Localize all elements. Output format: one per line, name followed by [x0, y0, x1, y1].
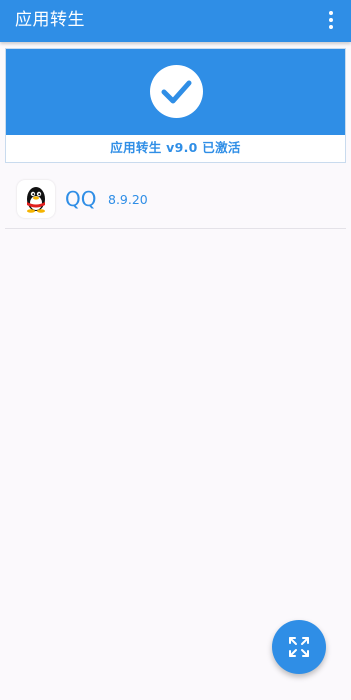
app-screen: 应用转生 应用转生 v9.0 已激活 QQ 8.9.20 [0, 0, 351, 700]
expand-arrows-icon [289, 637, 309, 657]
list-item-qq[interactable]: QQ 8.9.20 [5, 172, 346, 229]
checkmark-icon [161, 80, 192, 104]
app-name: QQ [65, 187, 97, 211]
app-version: 8.9.20 [108, 192, 148, 207]
toolbar-title: 应用转生 [15, 10, 85, 30]
dot [329, 25, 333, 29]
top-toolbar: 应用转生 [0, 0, 351, 42]
expand-fab-button[interactable] [272, 620, 326, 674]
dot [329, 18, 333, 22]
check-circle-icon [150, 65, 203, 118]
activation-status-text: 应用转生 v9.0 已激活 [110, 140, 241, 155]
status-banner [6, 49, 345, 135]
dot [329, 11, 333, 15]
qq-penguin-icon [17, 180, 55, 218]
activation-status-card[interactable]: 应用转生 v9.0 已激活 [5, 48, 346, 163]
more-vert-icon[interactable] [321, 6, 341, 34]
